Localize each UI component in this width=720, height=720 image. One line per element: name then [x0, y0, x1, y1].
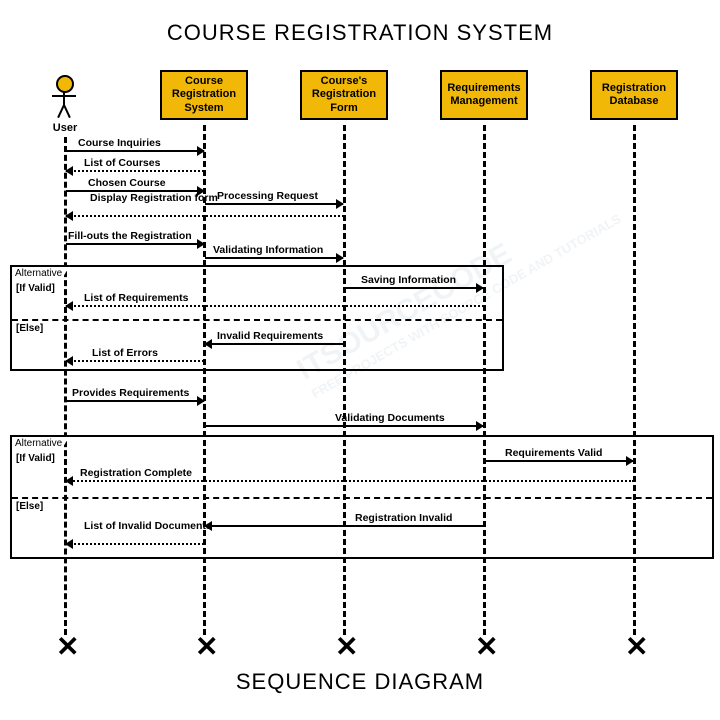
msg-registration-invalid: Registration Invalid: [205, 525, 483, 539]
msg-list-of-errors: List of Errors: [66, 360, 204, 374]
participant-database: Registration Database: [590, 70, 678, 120]
page-title: COURSE REGISTRATION SYSTEM: [0, 0, 720, 46]
alt-guard-else: [Else]: [16, 323, 43, 334]
participant-system: Course Registration System: [160, 70, 248, 120]
participant-requirements: Requirements Management: [440, 70, 528, 120]
sequence-diagram: ITSOURCECODE FREE PROJECTS WITH SOURCE C…: [0, 65, 720, 655]
msg-requirements-valid: Requirements Valid: [485, 460, 633, 474]
alt-label: Alternative: [10, 265, 70, 280]
x-icon: ✕: [56, 630, 79, 663]
participant-form: Course's Registration Form: [300, 70, 388, 120]
x-icon: ✕: [335, 630, 358, 663]
alt-divider: [12, 497, 712, 499]
footer-title: SEQUENCE DIAGRAM: [0, 669, 720, 695]
x-icon: ✕: [625, 630, 648, 663]
alt-guard-if-valid: [If Valid]: [16, 453, 55, 464]
msg-provides-requirements: Provides Requirements: [66, 400, 204, 414]
actor-icon: [50, 75, 80, 120]
alt-divider: [12, 319, 502, 321]
alt-guard-if-valid: [If Valid]: [16, 283, 55, 294]
msg-invalid-requirements: Invalid Requirements: [205, 343, 343, 357]
actor-user: User: [50, 75, 80, 134]
msg-saving-information: Saving Information: [345, 287, 483, 301]
msg-list-of-invalid-documents: List of Invalid Documents: [66, 543, 204, 557]
x-icon: ✕: [475, 630, 498, 663]
msg-display-registration-form: Display Registration form: [66, 215, 204, 229]
msg-registration-complete: Registration Complete: [66, 480, 634, 494]
actor-label: User: [50, 122, 80, 134]
alt-guard-else: [Else]: [16, 501, 43, 512]
x-icon: ✕: [195, 630, 218, 663]
msg-fillouts-registration: Fill-outs the Registration: [66, 243, 204, 257]
alt-fragment-2: Alternative [If Valid] [Else]: [10, 435, 714, 559]
msg-list-of-requirements: List of Requirements: [66, 305, 484, 319]
alt-label: Alternative: [10, 435, 70, 450]
